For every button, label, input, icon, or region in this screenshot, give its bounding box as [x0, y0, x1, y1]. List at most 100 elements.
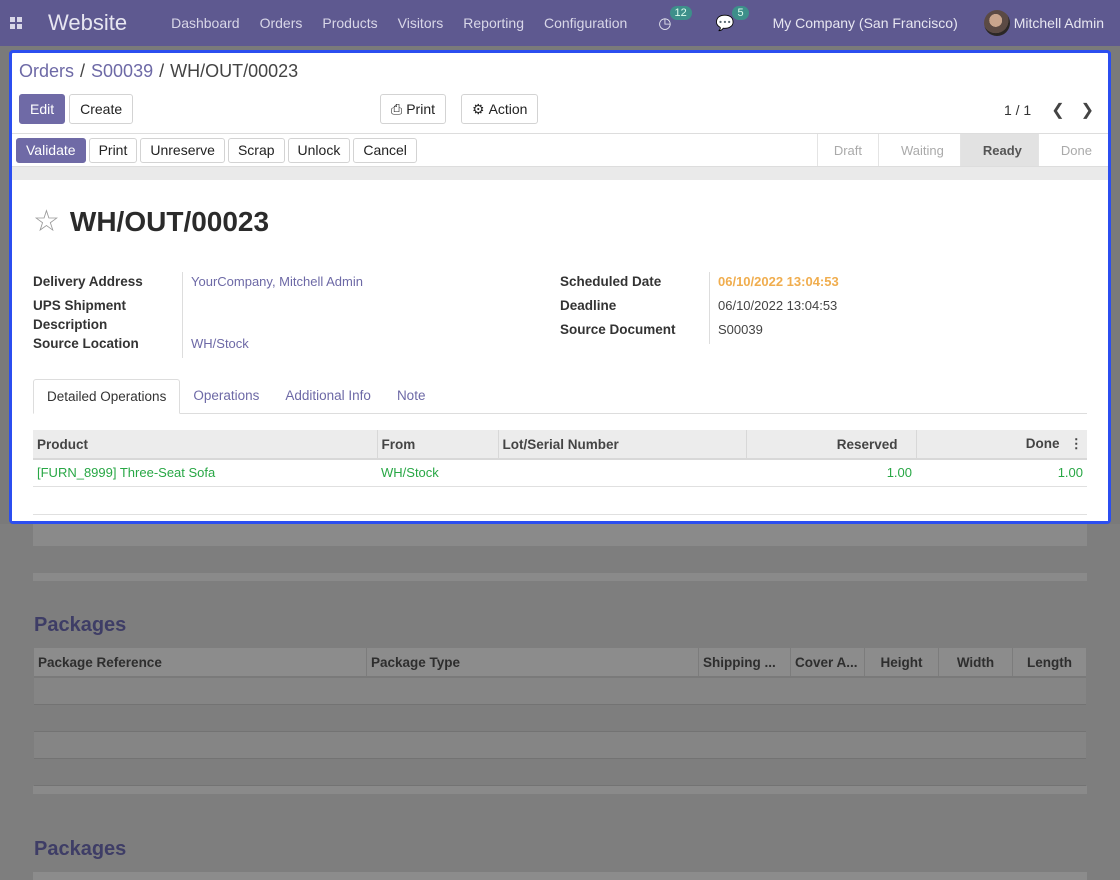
apps-menu-icon[interactable]: [0, 0, 32, 46]
table-footer: [33, 573, 1087, 581]
chevron-right-icon[interactable]: ❯: [1081, 100, 1094, 120]
packages-column-type: Package Type: [366, 648, 698, 676]
packages-column-cover: Cover A...: [790, 648, 864, 676]
breadcrumb-separator: /: [80, 61, 86, 81]
scheduled-date-label: Scheduled Date: [560, 272, 710, 296]
breadcrumb-current: WH/OUT/00023: [170, 61, 299, 81]
row-from[interactable]: WH/Stock: [377, 459, 498, 487]
row-product[interactable]: [FURN_8999] Three-Seat Sofa: [33, 459, 377, 487]
breadcrumb-orders[interactable]: Orders: [19, 61, 74, 82]
row-lot[interactable]: [498, 459, 746, 487]
packages-column-length: Length: [1012, 648, 1086, 676]
background-page: Packages Package Reference Package Type …: [0, 524, 1120, 880]
delivery-address-value[interactable]: YourCompany, Mitchell Admin: [183, 272, 363, 296]
activities-badge: 12: [669, 6, 692, 20]
source-document-value: S00039: [718, 322, 763, 337]
deadline-label: Deadline: [560, 296, 710, 320]
activities-systray[interactable]: ◷ 12: [658, 6, 692, 32]
menu-dashboard[interactable]: Dashboard: [171, 15, 240, 31]
packages-column-reference: Package Reference: [38, 655, 162, 670]
packages-column-shipping: Shipping ...: [698, 648, 790, 676]
user-name: Mitchell Admin: [1013, 15, 1104, 31]
packages-column-height: Height: [864, 648, 938, 676]
tab-operations[interactable]: Operations: [180, 379, 272, 413]
printer-icon: ⎙: [391, 100, 403, 117]
row-reserved: 1.00: [746, 459, 916, 487]
menu-visitors[interactable]: Visitors: [398, 15, 444, 31]
chat-icon: 💬: [715, 15, 735, 32]
breadcrumb-separator: /: [159, 61, 165, 81]
detailed-operations-table: Product From Lot/Serial Number Reserved …: [33, 430, 1087, 515]
gear-icon: ⚙: [472, 100, 485, 117]
breadcrumb-order[interactable]: S00039: [91, 61, 153, 82]
table-footer: [33, 786, 1087, 794]
action-menu-button[interactable]: ⚙ Action: [461, 94, 539, 124]
source-location-label: Source Location: [33, 334, 183, 358]
column-lot[interactable]: Lot/Serial Number: [497, 430, 746, 460]
status-step-waiting: Waiting: [878, 134, 960, 166]
status-step-done: Done: [1037, 134, 1108, 166]
print-button[interactable]: Print: [88, 137, 138, 163]
top-navbar: Website Dashboard Orders Products Visito…: [0, 0, 1120, 46]
control-panel: Orders / S00039 / WH/OUT/00023 Edit Crea…: [12, 53, 1108, 133]
optional-columns-icon[interactable]: ⋮: [1070, 436, 1084, 451]
source-document-label: Source Document: [560, 320, 710, 344]
form-fields: Delivery Address YourCompany, Mitchell A…: [33, 272, 1087, 358]
tab-detailed-operations[interactable]: Detailed Operations: [33, 379, 181, 414]
column-from[interactable]: From: [376, 430, 498, 460]
avatar: [983, 10, 1010, 36]
menu-configuration[interactable]: Configuration: [544, 15, 627, 31]
ups-description-value: [183, 296, 191, 334]
unreserve-button[interactable]: Unreserve: [140, 137, 225, 163]
table-row[interactable]: [FURN_8999] Three-Seat Sofa WH/Stock 1.0…: [33, 459, 1087, 487]
menu-products[interactable]: Products: [322, 15, 377, 31]
delivery-address-label: Delivery Address: [33, 272, 183, 296]
column-product[interactable]: Product: [33, 430, 377, 460]
print-menu-label: Print: [406, 101, 435, 117]
validate-button[interactable]: Validate: [16, 137, 86, 163]
menu-orders[interactable]: Orders: [260, 15, 303, 31]
table-row: [34, 705, 1086, 732]
packages-table-2-header: [33, 872, 1087, 880]
packages-table: Package Reference Package Type Shipping …: [34, 648, 1086, 786]
sheet-background: [12, 167, 1108, 180]
column-reserved[interactable]: Reserved: [745, 430, 916, 460]
record-title: WH/OUT/00023: [69, 206, 270, 237]
pager-value[interactable]: 1 / 1: [1004, 102, 1031, 118]
source-location-value[interactable]: WH/Stock: [183, 334, 249, 358]
tab-note[interactable]: Note: [384, 379, 439, 413]
breadcrumb: Orders / S00039 / WH/OUT/00023: [19, 53, 1101, 82]
app-brand[interactable]: Website: [48, 10, 127, 36]
deadline-value: 06/10/2022 13:04:53: [718, 298, 838, 313]
column-done-label: Done: [1025, 436, 1060, 451]
empty-row: [33, 524, 1087, 546]
clock-icon: ◷: [658, 15, 672, 32]
row-done[interactable]: 1.00: [916, 459, 1087, 487]
packages-heading: Packages: [34, 614, 127, 636]
form-view: Orders / S00039 / WH/OUT/00023 Edit Crea…: [9, 50, 1111, 524]
create-button[interactable]: Create: [69, 94, 134, 124]
unlock-button[interactable]: Unlock: [287, 137, 351, 163]
print-menu-button[interactable]: ⎙ Print: [380, 94, 446, 124]
cancel-button[interactable]: Cancel: [353, 137, 417, 163]
column-reserved-label: Reserved: [836, 436, 898, 452]
packages-heading-2: Packages: [34, 838, 127, 860]
column-done[interactable]: Done ⋮: [915, 430, 1087, 460]
status-step-draft: Draft: [816, 134, 878, 166]
user-menu[interactable]: Mitchell Admin: [983, 10, 1104, 36]
tab-additional-info[interactable]: Additional Info: [272, 379, 384, 413]
notebook-tabs: Detailed Operations Operations Additiona…: [33, 379, 1087, 414]
status-step-ready: Ready: [959, 134, 1038, 166]
action-menu-label: Action: [488, 101, 528, 117]
scrap-button[interactable]: Scrap: [227, 137, 285, 163]
menu-reporting[interactable]: Reporting: [463, 15, 524, 31]
messages-badge: 5: [732, 6, 749, 20]
edit-button[interactable]: Edit: [19, 94, 66, 124]
scheduled-date-value: 06/10/2022 13:04:53: [718, 274, 839, 289]
messages-systray[interactable]: 💬 5: [715, 6, 749, 32]
star-icon[interactable]: ☆: [33, 207, 60, 237]
table-row: [34, 759, 1086, 786]
company-switcher[interactable]: My Company (San Francisco): [773, 15, 958, 31]
status-bar: Validate Print Unreserve Scrap Unlock Ca…: [12, 133, 1108, 167]
chevron-left-icon[interactable]: ❮: [1051, 100, 1064, 120]
